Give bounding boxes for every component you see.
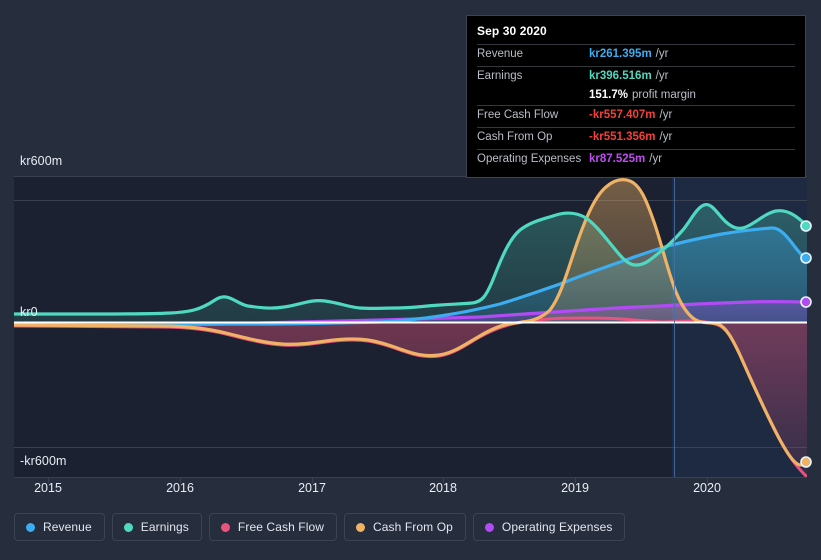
tooltip-value-profit-margin: 151.7%: [589, 89, 629, 101]
tooltip-value-free-cash-flow: -kr557.407m: [589, 109, 656, 121]
legend-dot-cash-from-op-icon: [356, 522, 366, 532]
tooltip-value-earnings: kr396.516m: [589, 70, 652, 82]
tooltip-row-revenue: Revenue kr261.395m /yr: [477, 44, 795, 66]
tooltip-date: Sep 30 2020: [477, 24, 547, 38]
legend-dot-earnings-icon: [123, 522, 133, 532]
y-axis-label-bottom: -kr600m: [20, 454, 67, 468]
x-axis-label-2016: 2016: [166, 481, 194, 495]
legend-label-cash-from-op: Cash From Op: [373, 520, 453, 534]
endpoint-marker-cash-from-op: [800, 456, 812, 468]
legend-label-earnings: Earnings: [140, 520, 189, 534]
tooltip-label-operating-expenses: Operating Expenses: [477, 153, 582, 165]
tooltip-label-profit-margin: profit margin: [632, 89, 696, 101]
tooltip-value-operating-expenses: kr87.525m: [589, 153, 646, 165]
x-axis-label-2019: 2019: [561, 481, 589, 495]
tooltip-unit-cash-from-op: /yr: [659, 131, 673, 143]
legend-label-revenue: Revenue: [43, 520, 92, 534]
tooltip-row-earnings: Earnings kr396.516m /yr: [477, 66, 795, 88]
chart-legend: Revenue Earnings Free Cash Flow Cash Fro…: [14, 513, 626, 541]
chart-tooltip: Sep 30 2020 Revenue kr261.395m /yr Earni…: [466, 15, 806, 178]
tooltip-row-profit-margin: 151.7% profit margin: [477, 88, 795, 105]
tooltip-value-revenue: kr261.395m: [589, 48, 652, 60]
tooltip-unit-earnings: /yr: [655, 70, 669, 82]
legend-dot-operating-expenses-icon: [484, 522, 494, 532]
endpoint-marker-revenue: [800, 252, 812, 264]
x-axis-label-2018: 2018: [429, 481, 457, 495]
tooltip-unit-free-cash-flow: /yr: [659, 109, 673, 121]
tooltip-unit-operating-expenses: /yr: [649, 153, 663, 165]
legend-label-operating-expenses: Operating Expenses: [501, 520, 613, 534]
tooltip-label-free-cash-flow: Free Cash Flow: [477, 109, 559, 121]
tooltip-row-free-cash-flow: Free Cash Flow -kr557.407m /yr: [477, 105, 795, 127]
tooltip-label-earnings: Earnings: [477, 70, 523, 82]
legend-item-free-cash-flow[interactable]: Free Cash Flow: [208, 513, 338, 541]
tooltip-label-cash-from-op: Cash From Op: [477, 131, 553, 143]
endpoint-marker-operating-expenses: [800, 296, 812, 308]
legend-item-revenue[interactable]: Revenue: [14, 513, 105, 541]
tooltip-value-cash-from-op: -kr551.356m: [589, 131, 656, 143]
tooltip-label-revenue: Revenue: [477, 48, 524, 60]
tooltip-row-operating-expenses: Operating Expenses kr87.525m /yr: [477, 149, 795, 171]
legend-dot-free-cash-flow-icon: [220, 522, 230, 532]
x-axis-label-2020: 2020: [693, 481, 721, 495]
tooltip-unit-revenue: /yr: [655, 48, 669, 60]
legend-item-cash-from-op[interactable]: Cash From Op: [344, 513, 466, 541]
endpoint-marker-earnings: [800, 220, 812, 232]
legend-dot-revenue-icon: [26, 522, 35, 532]
legend-item-operating-expenses[interactable]: Operating Expenses: [472, 513, 626, 541]
x-axis-label-2017: 2017: [298, 481, 326, 495]
legend-item-earnings[interactable]: Earnings: [111, 513, 202, 541]
y-axis-label-zero: kr0: [20, 305, 38, 319]
financial-chart-widget: kr600m kr0 -kr600m 2015 2016 2017 2018 2…: [0, 0, 821, 560]
y-axis-label-top: kr600m: [20, 154, 63, 168]
tooltip-row-cash-from-op: Cash From Op -kr551.356m /yr: [477, 127, 795, 149]
legend-label-free-cash-flow: Free Cash Flow: [237, 520, 325, 534]
x-axis-label-2015: 2015: [34, 481, 62, 495]
